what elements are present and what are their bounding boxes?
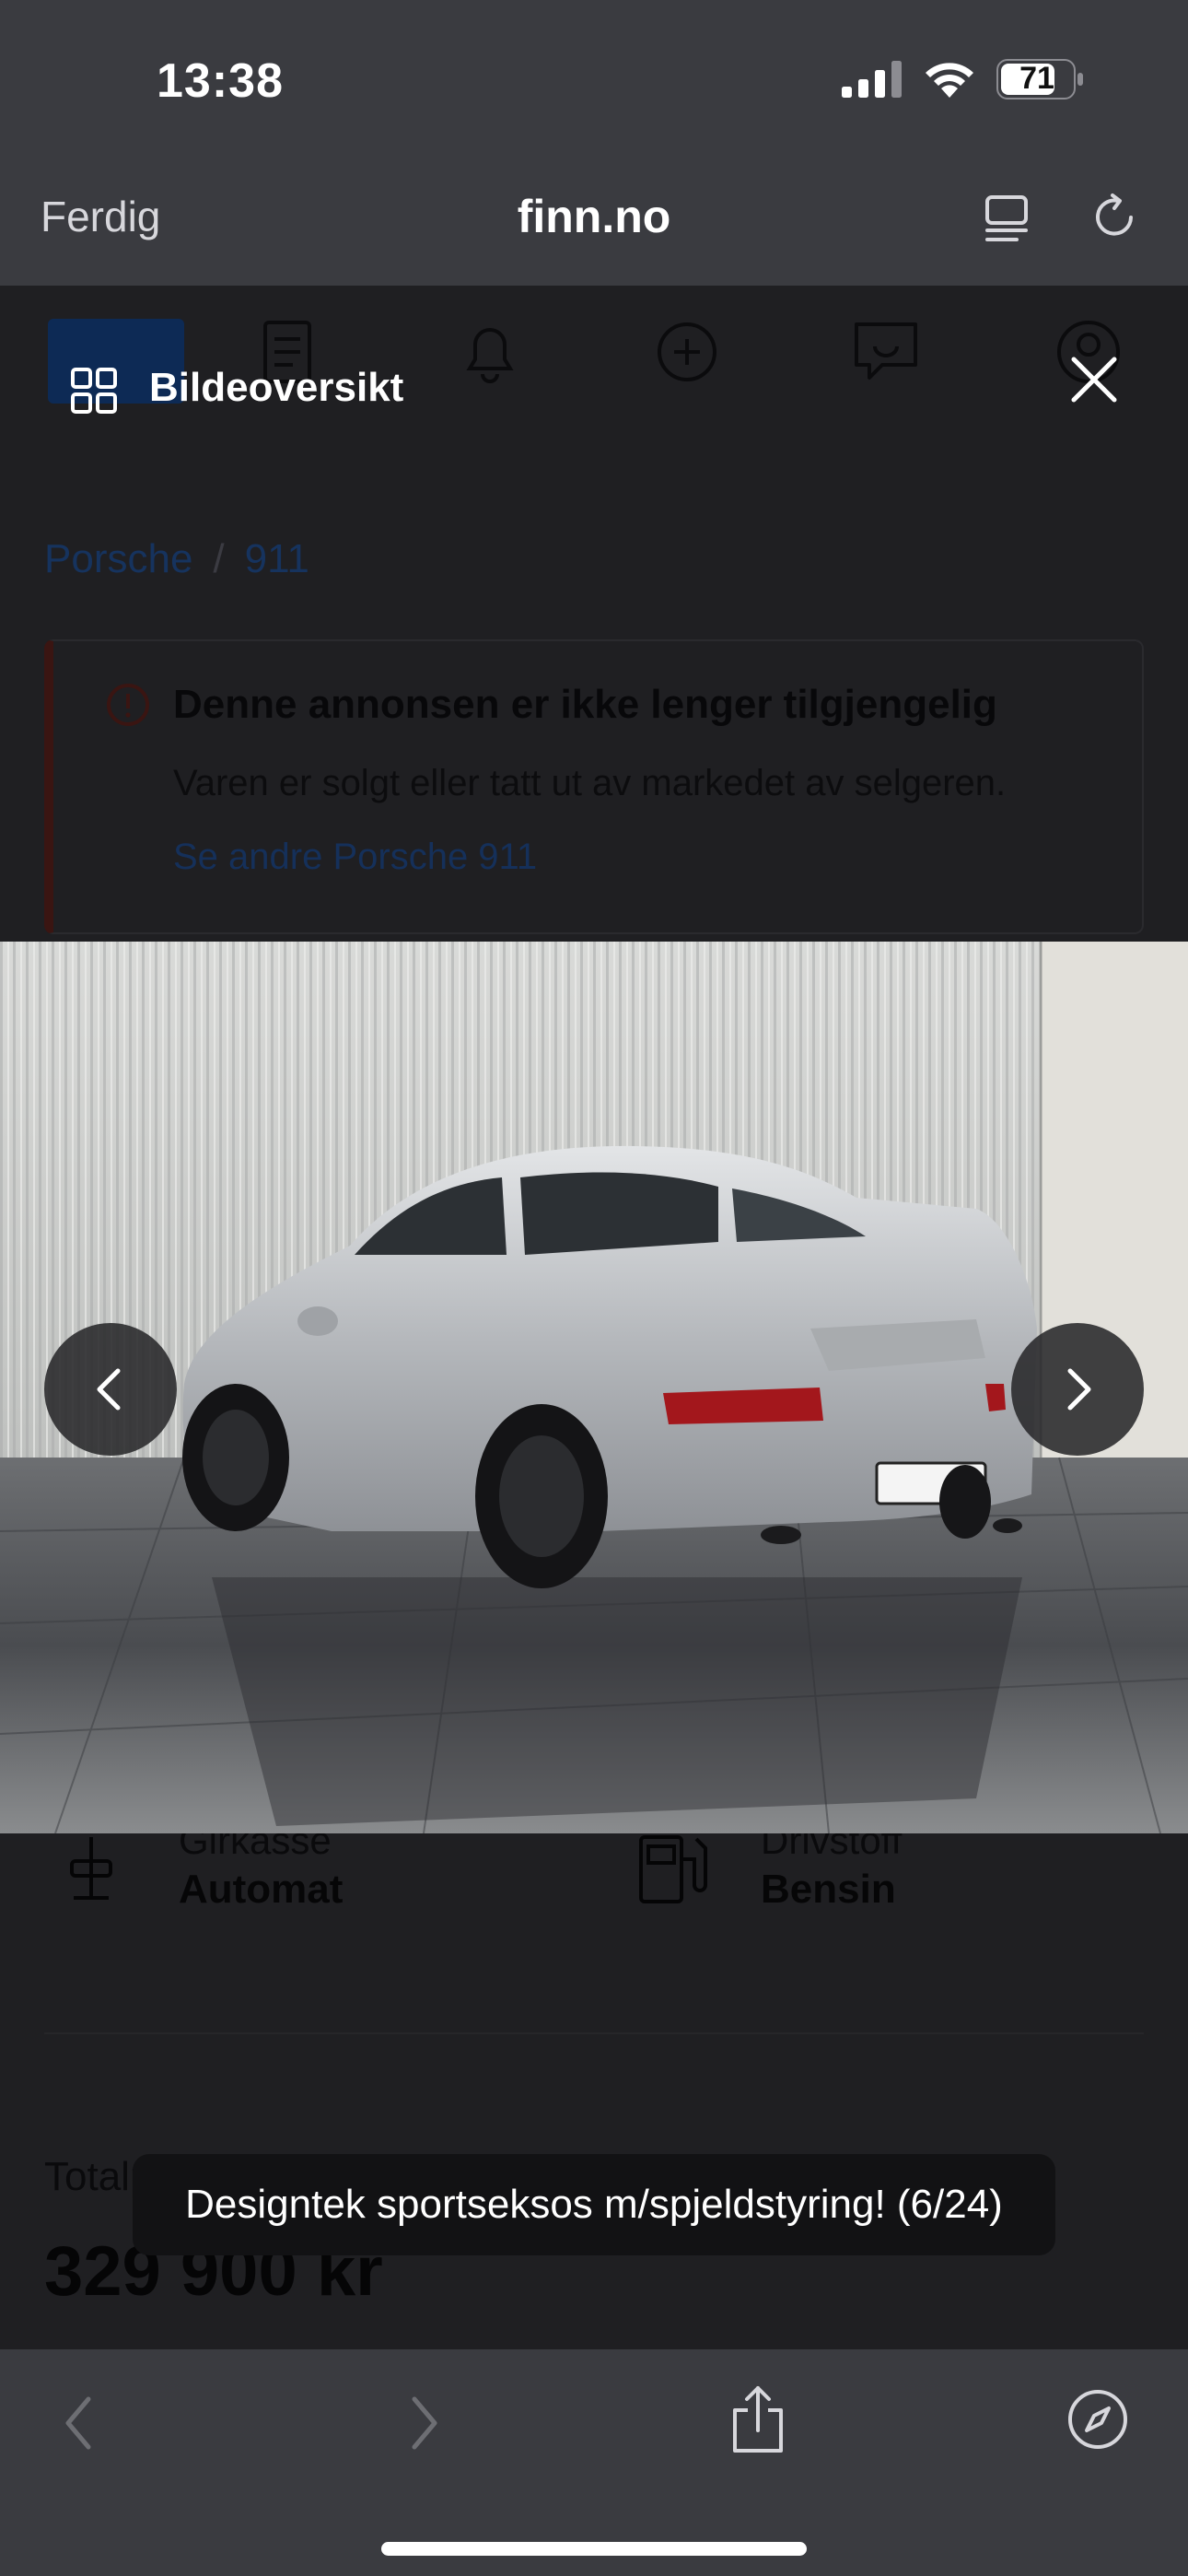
breadcrumb-separator: / [213,536,225,581]
battery-level: 71 [1019,61,1054,96]
notifications-icon[interactable] [455,317,525,387]
messages-icon[interactable] [851,317,921,387]
warning-icon [107,684,149,726]
breadcrumb-model[interactable]: 911 [245,536,309,581]
image-caption-text: Designtek sportseksos m/spjeldstyring! (… [185,2182,1003,2227]
unavailable-alert: Denne annonsen er ikke lenger tilgjengel… [44,639,1144,934]
breadcrumb-make[interactable]: Porsche [44,536,192,581]
chevron-right-icon [1067,1368,1091,1411]
image-overview-button[interactable]: Bildeoversikt [149,365,403,411]
status-bar: 13:38 71 [0,0,1188,158]
compass-icon[interactable] [1066,2388,1129,2451]
gallery-photo[interactable] [0,942,1188,1833]
spec-value-fuel: Bensin [761,1867,896,1912]
status-time: 13:38 [157,54,284,108]
reload-icon[interactable] [1090,192,1142,243]
previous-image-button[interactable] [44,1323,177,1456]
gearbox-icon [70,1837,112,1900]
see-other-link[interactable]: Se andre Porsche 911 [173,837,537,878]
breadcrumb: Porsche / 911 [44,536,309,582]
grid-overview-icon[interactable] [70,367,118,415]
divider [44,2032,1144,2034]
back-icon[interactable] [59,2392,99,2454]
reader-view-icon[interactable] [984,192,1030,243]
chevron-left-icon [97,1368,121,1411]
new-ad-icon[interactable] [652,317,722,387]
alert-text: Varen er solgt eller tatt ut av markedet… [173,763,1007,803]
forward-icon[interactable] [403,2392,444,2454]
close-icon[interactable] [1068,354,1120,405]
car-photo-illustration [0,942,1188,1833]
cellular-signal-icon [842,61,902,98]
site-nav [0,286,1188,433]
home-indicator[interactable] [381,2542,807,2556]
image-caption: Designtek sportseksos m/spjeldstyring! (… [133,2154,1055,2255]
browser-top-bar: Ferdig finn.no [0,158,1188,286]
share-icon[interactable] [729,2384,786,2454]
next-image-button[interactable] [1011,1323,1144,1456]
fuel-pump-icon [639,1835,707,1903]
spec-value-gearbox: Automat [179,1867,344,1912]
alert-title: Denne annonsen er ikke lenger tilgjengel… [173,682,997,727]
wifi-icon [926,63,973,98]
